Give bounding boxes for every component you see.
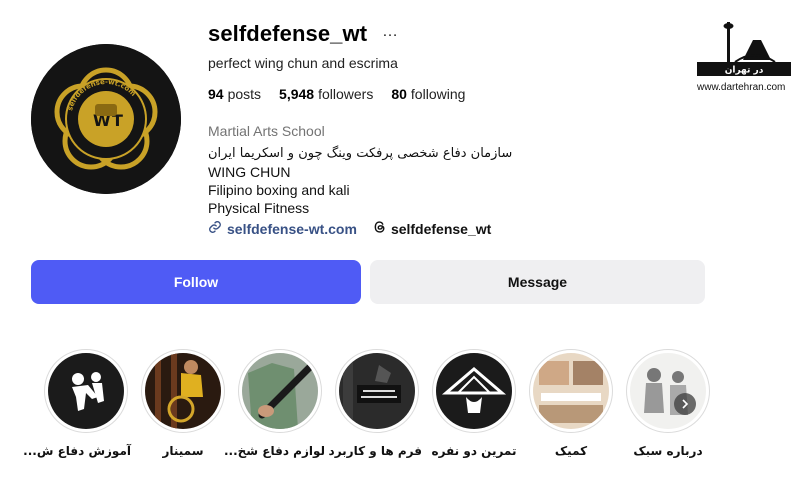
highlight-ring[interactable] — [626, 349, 710, 433]
message-button[interactable]: Message — [370, 260, 705, 304]
highlight-item[interactable]: کمیک — [526, 349, 616, 458]
followers-count[interactable]: 5,948 followers — [279, 86, 373, 102]
following-value: 80 — [391, 86, 407, 102]
website-text: selfdefense-wt.com — [227, 220, 357, 237]
chevron-right-icon[interactable] — [674, 393, 696, 415]
threads-link[interactable]: selfdefense_wt — [373, 220, 491, 237]
highlight-cover — [436, 353, 512, 429]
watermark-logo-text: در تهران — [725, 66, 764, 76]
highlight-ring[interactable] — [335, 349, 419, 433]
highlight-ring[interactable] — [44, 349, 128, 433]
bio-line: Physical Fitness — [208, 200, 310, 216]
link-icon — [208, 220, 222, 237]
ellipsis-icon[interactable]: … — [382, 24, 398, 40]
watermark-url: www.dartehran.com — [697, 82, 786, 93]
followers-value: 5,948 — [279, 86, 315, 102]
bio-line: WING CHUN — [208, 164, 291, 180]
highlight-cover — [145, 353, 221, 429]
follow-button[interactable]: Follow — [31, 260, 361, 304]
highlight-item[interactable]: سمینار — [138, 349, 228, 458]
posts-value: 94 — [208, 86, 224, 102]
followers-label: followers — [318, 86, 374, 102]
highlight-label: فرم ها و کاربرد — [328, 444, 422, 458]
profile-tagline: perfect wing chun and escrima — [208, 55, 398, 71]
highlight-cover — [242, 353, 318, 429]
profile-category: Martial Arts School — [208, 123, 325, 139]
threads-icon — [373, 220, 387, 237]
highlight-item[interactable]: تمرین دو نفره — [429, 349, 519, 458]
highlight-ring[interactable] — [238, 349, 322, 433]
profile-stats: 94 posts 5,948 followers 80 following — [208, 86, 465, 102]
highlight-ring[interactable] — [432, 349, 516, 433]
profile-username: selfdefense_wt — [208, 21, 368, 46]
highlight-ring[interactable] — [141, 349, 225, 433]
highlight-label: لوازم دفاع شخ... — [223, 444, 325, 458]
highlight-cover — [533, 353, 609, 429]
posts-count: 94 posts — [208, 86, 261, 102]
bio-line: Filipino boxing and kali — [208, 182, 350, 198]
highlight-ring[interactable] — [529, 349, 613, 433]
highlight-cover — [48, 353, 124, 429]
highlight-item[interactable]: درباره سبک — [623, 349, 713, 458]
highlight-item[interactable]: لوازم دفاع شخ... — [223, 349, 325, 458]
highlight-item[interactable]: آموزش دفاع ش... — [23, 349, 131, 458]
highlight-label: آموزش دفاع ش... — [23, 444, 131, 458]
highlight-label: تمرین دو نفره — [431, 444, 517, 458]
website-link[interactable]: selfdefense-wt.com — [208, 220, 357, 237]
highlight-label: کمیک — [554, 444, 588, 458]
profile-avatar[interactable]: W T selfdefense-wt.com — [31, 44, 181, 194]
threads-handle: selfdefense_wt — [390, 220, 492, 237]
bio-line: سازمان دفاع شخصی پرفکت وینگ چون و اسکریم… — [208, 146, 513, 161]
highlight-cover — [339, 353, 415, 429]
highlight-label: سمینار — [162, 444, 204, 458]
highlight-label: درباره سبک — [633, 444, 703, 458]
profile-links: selfdefense-wt.com selfdefense_wt — [208, 220, 491, 237]
highlight-item[interactable]: فرم ها و کاربرد — [328, 349, 422, 458]
posts-label: posts — [227, 86, 262, 102]
following-label: following — [410, 86, 466, 102]
following-count[interactable]: 80 following — [391, 86, 465, 102]
highlight-cover — [630, 353, 706, 429]
